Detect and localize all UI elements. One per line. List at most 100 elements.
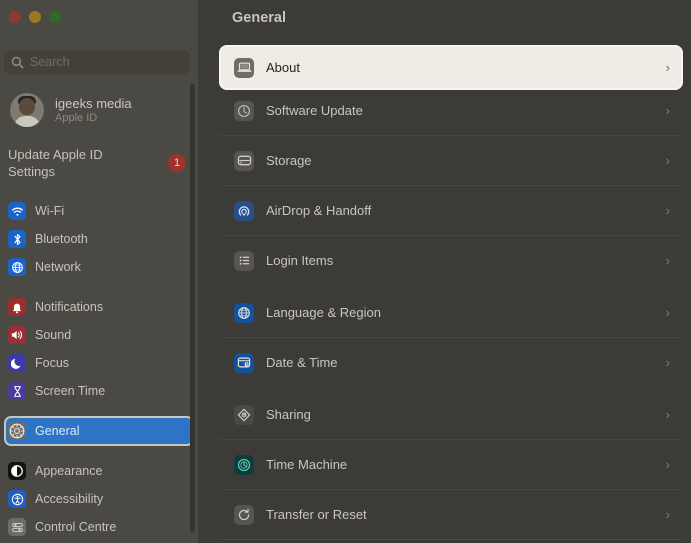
wifi-icon [8,202,26,220]
bluetooth-icon [8,230,26,248]
network-globe-icon [8,258,26,276]
close-button[interactable] [9,11,21,23]
storage-drive-icon [234,150,254,171]
settings-row-list: About › Software Update › Storage › AirDrop & … [219,45,683,543]
time-machine-icon [234,454,254,475]
sidebar-item-general[interactable]: General [4,416,194,446]
row-divider [220,539,682,540]
settings-group-gap [220,384,682,393]
account-subtitle: Apple ID [55,111,98,124]
sidebar-scrollbar[interactable] [190,84,195,532]
sidebar-item-appearance[interactable]: Appearance [5,457,193,485]
settings-row-label: Time Machine [266,457,348,472]
update-apple-id-label: Update Apple ID Settings [8,147,103,179]
traffic-lights [9,11,61,23]
sidebar-item-sound[interactable]: Sound [5,321,193,349]
chevron-right-icon: › [665,407,670,422]
settings-row-label: Transfer or Reset [266,507,367,522]
sidebar-item-label: Sound [35,328,72,342]
sidebar-item-screen-time[interactable]: Screen Time [5,377,193,405]
transfer-reset-icon [234,504,254,525]
chevron-right-icon: › [665,507,670,522]
chevron-right-icon: › [665,305,670,320]
row-divider [220,439,682,440]
sidebar-item-label: Accessibility [35,492,104,506]
row-divider [220,337,682,338]
moon-icon [8,354,26,372]
date-time-icon [234,352,254,373]
page-title: General [232,10,286,26]
apple-id-account-row[interactable]: igeeks media Apple ID [0,88,198,132]
accessibility-icon [8,490,26,508]
chevron-right-icon: › [665,457,670,472]
chevron-right-icon: › [665,103,670,118]
settings-row-label: Sharing [266,407,311,422]
settings-row-label: AirDrop & Handoff [266,203,372,218]
sidebar-item-control-centre[interactable]: Control Centre [5,513,193,541]
system-settings-window: igeeks media Apple ID Update Apple ID Se… [0,0,691,543]
sidebar-item-label: General [35,424,80,438]
appearance-icon [8,462,26,480]
chevron-right-icon: › [665,203,670,218]
sidebar-item-label: Appearance [35,464,103,478]
sharing-icon [234,404,254,425]
sidebar-item-wi-fi[interactable]: Wi-Fi [5,197,193,225]
sidebar-item-notifications[interactable]: Notifications [5,293,193,321]
minimize-button[interactable] [29,11,41,23]
sidebar-item-network[interactable]: Network [5,253,193,281]
row-divider [220,235,682,236]
row-divider [220,185,682,186]
chevron-right-icon: › [665,253,670,268]
sidebar-item-label: Notifications [35,300,104,314]
settings-row-label: Storage [266,153,312,168]
settings-row-login-items[interactable]: Login Items › [220,239,682,282]
chevron-right-icon: › [665,355,670,370]
airdrop-icon [234,200,254,221]
chevron-right-icon: › [665,60,670,75]
sidebar-item-label: Wi-Fi [35,204,65,218]
settings-row-language-region[interactable]: Language & Region › [220,291,682,334]
search-icon [11,56,24,69]
settings-row-storage[interactable]: Storage › [220,139,682,182]
sidebar-item-label: Bluetooth [35,232,88,246]
settings-row-time-machine[interactable]: Time Machine › [220,443,682,486]
software-update-icon [234,100,254,121]
zoom-button[interactable] [49,11,61,23]
speaker-icon [8,326,26,344]
settings-row-software-update[interactable]: Software Update › [220,89,682,132]
search-input[interactable] [30,55,191,69]
row-divider [220,489,682,490]
sidebar-item-focus[interactable]: Focus [5,349,193,377]
update-badge: 1 [168,154,186,172]
sidebar-item-bluetooth[interactable]: Bluetooth [5,225,193,253]
sidebar-item-label: Screen Time [35,384,106,398]
control-centre-icon [8,518,26,536]
row-divider [220,135,682,136]
search-field[interactable] [4,50,191,74]
hourglass-icon [8,382,26,400]
sidebar-item-list: Wi-Fi Bluetooth Network Notifications Sound F… [0,197,198,543]
sidebar-item-label: Control Centre [35,520,117,534]
sidebar-item-accessibility[interactable]: Accessibility [5,485,193,513]
settings-group-gap [220,282,682,291]
settings-row-date-time[interactable]: Date & Time › [220,341,682,384]
settings-row-label: About [266,60,300,75]
avatar [10,93,44,127]
login-items-icon [234,250,254,271]
settings-row-transfer-or-reset[interactable]: Transfer or Reset › [220,493,682,536]
settings-row-label: Date & Time [266,355,338,370]
laptop-icon [234,57,254,78]
settings-row-airdrop-handoff[interactable]: AirDrop & Handoff › [220,189,682,232]
language-globe-icon [234,302,254,323]
settings-row-sharing[interactable]: Sharing › [220,393,682,436]
update-apple-id-settings-row[interactable]: Update Apple ID Settings 1 [0,146,198,180]
settings-row-about[interactable]: About › [219,45,683,90]
sidebar-item-label: Focus [35,356,70,370]
account-name: igeeks media [55,95,132,111]
settings-row-label: Language & Region [266,305,381,320]
sidebar-item-label: Network [35,260,81,274]
sidebar: igeeks media Apple ID Update Apple ID Se… [0,0,198,543]
